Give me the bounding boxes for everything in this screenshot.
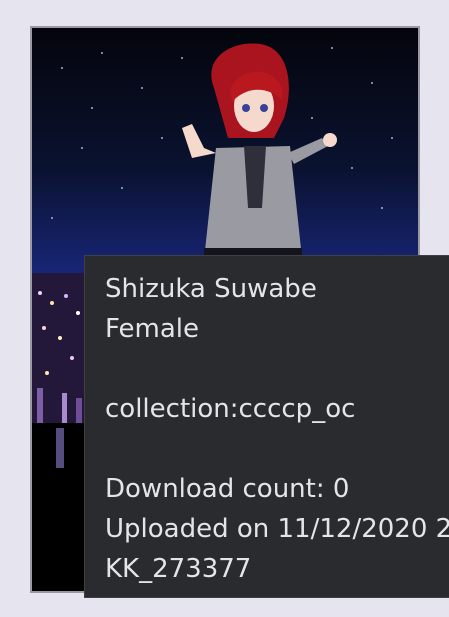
character-info-tooltip: Shizuka Suwabe Female collection:ccccp_o…: [84, 255, 449, 598]
character-name: Shizuka Suwabe: [105, 274, 317, 304]
download-count: Download count: 0: [105, 474, 350, 504]
upload-date: Uploaded on 11/12/2020 2: [105, 514, 449, 544]
character-gender: Female: [105, 314, 200, 344]
card-id: KK_273377: [105, 554, 252, 584]
character-collection: collection:ccccp_oc: [105, 394, 356, 424]
